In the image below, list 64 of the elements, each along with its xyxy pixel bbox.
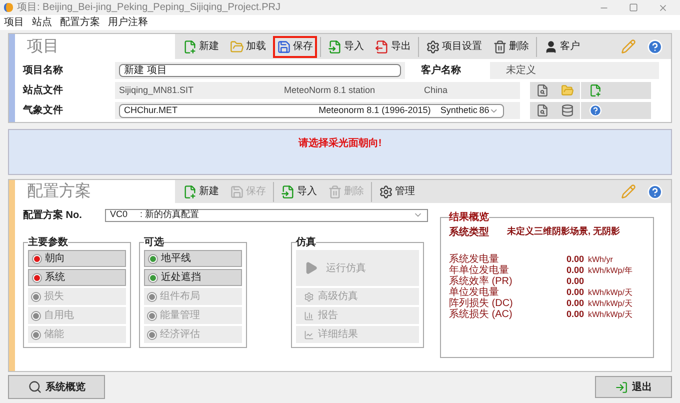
toolbar-button[interactable]: 保存 — [273, 36, 317, 58]
result-value: 0.00 — [565, 252, 584, 266]
site-country: China — [424, 84, 448, 97]
panel-title: 项目 — [26, 36, 60, 56]
step-button[interactable]: 系统 — [28, 269, 126, 286]
result-label: 系统损失 (AC) — [449, 308, 514, 322]
toolbar-button[interactable]: 新建 — [179, 180, 223, 202]
toolbar-button[interactable]: 新建 — [179, 36, 223, 58]
result-value: 0.00 — [565, 296, 584, 310]
variant-dropdown[interactable]: VC0 : 新的仿真配置 — [105, 208, 428, 222]
system-overview-button[interactable]: 系统概览 — [8, 375, 105, 399]
group-title: 结果概览 — [449, 210, 489, 225]
menu-item[interactable]: 配置方案 — [60, 15, 100, 30]
toolbar-button[interactable]: 导入 — [277, 180, 321, 202]
step-button[interactable]: 朝向 — [28, 250, 126, 267]
toolbar-button[interactable]: 项目设置 — [422, 36, 486, 58]
result-value: 0.00 — [565, 264, 584, 277]
result-value: 0.00 — [565, 286, 584, 299]
panel-title: 配置方案 — [26, 181, 92, 202]
meteo-source: Meteonorm 8.1 (1996-2015) — [318, 104, 432, 117]
toolbar-button[interactable]: 客户 — [540, 36, 584, 58]
warning-message: 请选择采光面朝向! — [298, 136, 382, 151]
result-unit: kWh/kWp/年 — [588, 264, 632, 276]
group-title: 主要参数 — [28, 235, 68, 250]
toolbar-button[interactable]: 加载 — [226, 36, 270, 58]
site-source: MeteoNorm 8.1 station — [284, 84, 376, 97]
meteo-file-dropdown[interactable]: CHChur.MET Meteonorm 8.1 (1996-2015) Synthetic 86 — [119, 104, 504, 118]
meteo-number: 86 — [479, 104, 490, 117]
result-label: 系统发电量 — [449, 252, 499, 265]
meteo-type: Synthetic — [440, 104, 478, 117]
variant-value: VC0 : 新的仿真配置 — [110, 208, 200, 222]
toolbar-button[interactable]: 导出 — [371, 36, 415, 58]
menu-item[interactable]: 站点 — [32, 15, 52, 30]
exit-button[interactable]: 退出 — [595, 376, 672, 398]
result-label: 系统效率 (PR) — [449, 274, 514, 287]
result-value: 0.00 — [565, 274, 584, 288]
field-label: 项目名称 — [23, 64, 64, 78]
field-label: 客户名称 — [420, 63, 462, 78]
site-file: Sijiqing_MN81.SIT — [119, 84, 195, 97]
group-title: 可选 — [144, 236, 164, 250]
result-unit: kWh/kWp/天 — [588, 308, 632, 320]
group-title: 仿真 — [296, 236, 316, 250]
client-value: 未定义 — [490, 62, 659, 79]
field-label: 气象文件 — [23, 104, 64, 118]
menu-item[interactable]: 项目 — [4, 15, 24, 30]
field-label: 站点文件 — [23, 84, 64, 98]
field-label: 配置方案 No. — [23, 208, 83, 222]
result-label: 单位发电量 — [449, 286, 500, 298]
toolbar-button[interactable]: 删除 — [489, 36, 533, 58]
step-button[interactable]: 地平线 — [144, 250, 242, 267]
meteo-file: CHChur.MET — [124, 104, 179, 117]
step-button[interactable]: 近处遮挡 — [144, 269, 242, 286]
result-unit: kWh/yr — [588, 254, 613, 266]
menu-item[interactable]: 用户注释 — [108, 15, 148, 30]
result-unit: kWh/kWp/天 — [588, 286, 632, 298]
toolbar-button[interactable]: 导入 — [324, 36, 368, 58]
result-label: 系统类型 — [449, 226, 490, 240]
toolbar-button[interactable]: 管理 — [375, 180, 419, 202]
result-label: 年单位发电量 — [449, 264, 510, 276]
result-unit: kWh/kWp/天 — [588, 298, 632, 310]
result-label: 阵列损失 (DC) — [449, 296, 514, 309]
result-value: 0.00 — [565, 308, 584, 321]
window-title: 项目: Beijing_Bei-jing_Peking_Peping_Sijiqing_Project.PRJ — [17, 1, 280, 15]
system-type: 未定义三维阴影场景, 无阴影 — [507, 225, 620, 238]
